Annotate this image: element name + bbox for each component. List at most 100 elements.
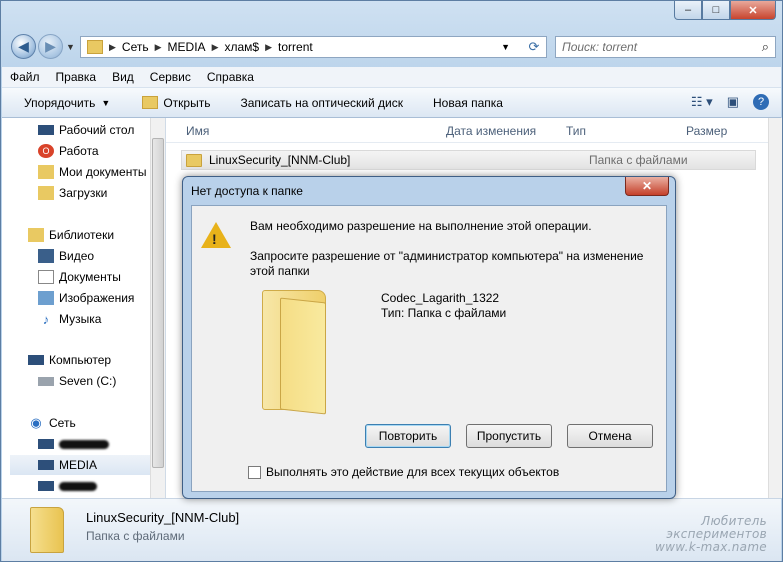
dialog-body: ! Вам необходимо разрешение на выполнени…	[191, 205, 667, 492]
breadcrumb-torrent[interactable]: torrent	[278, 40, 313, 54]
open-button[interactable]: Открыть	[135, 96, 217, 110]
nav-label: Документы	[59, 270, 121, 284]
search-input[interactable]: Поиск: torrent ⌕	[555, 36, 776, 58]
history-dropdown-icon[interactable]: ▼	[66, 42, 75, 52]
nav-downloads[interactable]: Загрузки	[38, 183, 107, 203]
refresh-icon: ⟳	[528, 39, 540, 54]
back-button[interactable]: ◀	[11, 34, 36, 59]
preview-pane-icon[interactable]: ▣	[727, 94, 739, 110]
nav-label: Работа	[59, 144, 99, 158]
folder-info: Codec_Lagarith_1322 Тип: Папка с файлами	[381, 291, 506, 321]
command-bar: Упорядочить ▼ Открыть Записать на оптиче…	[2, 88, 781, 118]
details-pane: LinuxSecurity_[NNM-Club] Папка с файлами…	[2, 498, 781, 561]
view-mode-icon[interactable]: ☷ ▾	[691, 94, 713, 110]
warning-exclamation-icon: !	[212, 231, 217, 247]
chevron-down-icon: ▼	[101, 97, 111, 108]
forward-arrow-icon: ▶	[45, 38, 56, 54]
nav-scrollbar[interactable]	[150, 118, 165, 498]
folder-icon	[186, 153, 202, 167]
menu-bar: Файл Правка Вид Сервис Справка	[2, 67, 781, 88]
nav-images[interactable]: Изображения	[38, 288, 134, 308]
breadcrumb-network[interactable]: Сеть	[122, 40, 149, 54]
nav-label: Загрузки	[59, 186, 108, 200]
menu-tools[interactable]: Сервис	[142, 70, 199, 84]
nav-network[interactable]: ◉ Сеть	[28, 413, 76, 433]
dialog-title: Нет доступа к папке	[191, 184, 303, 198]
redacted-scribble	[59, 481, 97, 491]
details-name: LinuxSecurity_[NNM-Club]	[86, 510, 240, 525]
help-icon[interactable]: ?	[753, 94, 769, 110]
images-icon	[38, 291, 54, 305]
nav-work[interactable]: O Работа	[38, 141, 99, 161]
folder-front-icon	[280, 297, 326, 415]
column-size[interactable]: Размер	[686, 124, 727, 138]
network-globe-icon: ◉	[30, 415, 42, 430]
nav-label: Библиотеки	[49, 228, 115, 242]
file-row[interactable]: LinuxSecurity_[NNM-Club] Папка с файлами	[181, 150, 756, 170]
dialog-request-text: Запросите разрешение от "администратор к…	[250, 249, 644, 278]
burn-disc-button[interactable]: Записать на оптический диск	[233, 96, 410, 110]
breadcrumb-separator-icon: ▶	[211, 41, 219, 52]
folder-icon-large	[258, 288, 330, 415]
details-type: Папка с файлами	[86, 529, 185, 543]
menu-help[interactable]: Справка	[199, 70, 262, 84]
refresh-button[interactable]: ⟳	[522, 36, 546, 58]
documents-folder-icon	[38, 165, 54, 179]
scrollbar-thumb[interactable]	[152, 138, 164, 468]
organize-button[interactable]: Упорядочить ▼	[2, 96, 117, 110]
address-bar[interactable]: ▶ Сеть ▶ MEDIA ▶ хлам$ ▶ torrent ▼	[80, 36, 547, 58]
breadcrumb-hlam[interactable]: хлам$	[224, 40, 259, 54]
menu-view[interactable]: Вид	[104, 70, 142, 84]
file-list-scrollbar[interactable]	[768, 118, 782, 498]
skip-button[interactable]: Пропустить	[466, 424, 552, 448]
music-icon: ♪	[42, 311, 50, 327]
computer-icon	[38, 460, 54, 470]
new-folder-button[interactable]: Новая папка	[426, 96, 510, 110]
nav-drive-c[interactable]: Seven (C:)	[38, 371, 116, 391]
column-name[interactable]: Имя	[186, 124, 209, 138]
nav-mydocs[interactable]: Мои документы	[38, 162, 146, 182]
address-dropdown-icon[interactable]: ▼	[501, 42, 510, 52]
nav-label: Seven (C:)	[59, 374, 117, 388]
nav-network-host-redacted[interactable]	[38, 434, 109, 454]
breadcrumb-separator-icon: ▶	[154, 41, 162, 52]
column-date[interactable]: Дата изменения	[446, 124, 536, 138]
nav-music[interactable]: ♪ Музыка	[38, 309, 102, 329]
open-folder-icon	[142, 96, 159, 109]
redacted-scribble	[59, 439, 109, 449]
menu-edit[interactable]: Правка	[48, 70, 105, 84]
nav-label: Мои документы	[59, 165, 147, 179]
nav-documents[interactable]: Документы	[38, 267, 121, 287]
breadcrumb-media[interactable]: MEDIA	[168, 40, 206, 54]
libraries-icon	[28, 228, 44, 242]
back-arrow-icon: ◀	[18, 38, 29, 54]
cancel-button[interactable]: Отмена	[567, 424, 653, 448]
nav-computer[interactable]: Компьютер	[28, 350, 111, 370]
video-icon	[38, 249, 54, 263]
nav-label: Видео	[59, 249, 95, 263]
nav-network-host-redacted-2[interactable]	[38, 476, 97, 496]
watermark-line: www.k-max.name	[655, 540, 767, 554]
drive-icon	[38, 376, 54, 386]
dialog-close-button[interactable]: ✕	[625, 177, 669, 196]
nav-media[interactable]: MEDIA	[10, 455, 150, 475]
nav-libraries[interactable]: Библиотеки	[28, 225, 114, 245]
maximize-button[interactable]: □	[702, 1, 730, 20]
watermark: Любитель экспериментов www.k-max.name	[655, 515, 767, 554]
minimize-button[interactable]: –	[674, 1, 702, 20]
file-name: LinuxSecurity_[NNM-Club]	[209, 153, 351, 167]
column-type[interactable]: Тип	[566, 124, 586, 138]
apply-all-checkbox[interactable]: Выполнять это действие для всех текущих …	[248, 465, 559, 479]
nav-label: Сеть	[49, 416, 76, 430]
menu-file[interactable]: Файл	[2, 70, 48, 84]
nav-video[interactable]: Видео	[38, 246, 94, 266]
desktop-icon	[38, 125, 54, 135]
checkbox-box[interactable]	[248, 465, 261, 479]
nav-label: Компьютер	[49, 353, 112, 367]
forward-button[interactable]: ▶	[38, 34, 63, 59]
nav-label: MEDIA	[59, 458, 98, 472]
search-placeholder: Поиск: torrent	[562, 40, 638, 54]
close-window-button[interactable]: ✕	[730, 1, 776, 20]
retry-button[interactable]: Повторить	[365, 424, 451, 448]
nav-desktop[interactable]: Рабочий стол	[38, 120, 134, 140]
